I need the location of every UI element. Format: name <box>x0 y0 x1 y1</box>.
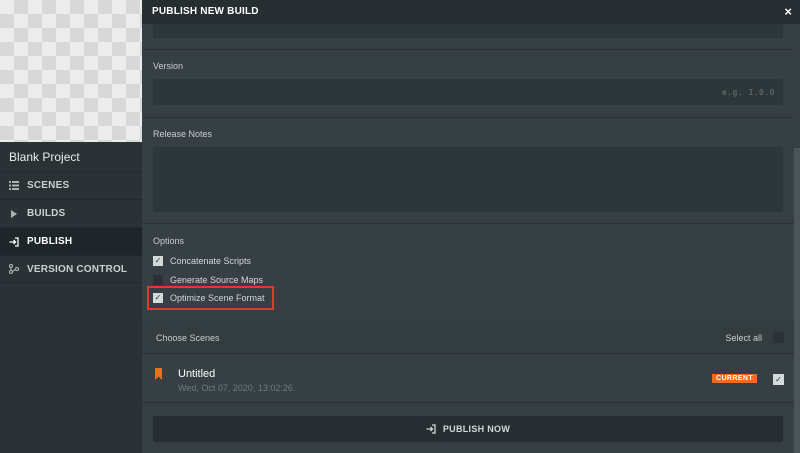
sidebar-item-publish[interactable]: PUBLISH <box>0 227 142 255</box>
sidebar-item-label: VERSION CONTROL <box>27 263 128 275</box>
publish-icon <box>9 236 19 247</box>
option-label: Concatenate Scripts <box>170 256 252 266</box>
version-section: Version e.g. 1.0.0 <box>142 50 794 118</box>
sidebar-item-label: SCENES <box>27 180 70 191</box>
choose-scenes-label: Choose Scenes <box>156 333 220 343</box>
publish-icon <box>426 424 436 434</box>
current-badge: CURRENT <box>712 374 758 383</box>
version-placeholder: e.g. 1.0.0 <box>721 88 775 97</box>
release-notes-section: Release Notes <box>142 118 794 224</box>
sidebar-item-label: BUILDS <box>27 208 66 219</box>
checkbox-unchecked-icon[interactable] <box>153 275 163 285</box>
select-all-checkbox[interactable] <box>773 332 784 343</box>
options-label: Options <box>153 236 185 246</box>
publish-now-button[interactable]: PUBLISH NOW <box>153 416 783 442</box>
project-thumbnail[interactable] <box>0 0 142 142</box>
select-all-label: Select all <box>725 333 762 343</box>
publish-now-label: PUBLISH NOW <box>442 424 511 434</box>
release-notes-label: Release Notes <box>153 129 213 139</box>
dialog-header: PUBLISH NEW BUILD × <box>142 0 800 24</box>
sidebar-item-version-control[interactable]: VERSION CONTROL <box>0 255 142 283</box>
bookmark-icon <box>155 368 162 380</box>
version-input[interactable]: e.g. 1.0.0 <box>153 79 783 105</box>
release-notes-textarea[interactable] <box>153 147 783 212</box>
option-label: Generate Source Maps <box>170 275 264 285</box>
dialog-title: PUBLISH NEW BUILD <box>152 6 259 17</box>
scrollbar[interactable] <box>794 148 800 453</box>
project-name: Blank Project <box>9 150 80 164</box>
sidebar-item-label: PUBLISH <box>27 236 73 247</box>
option-concatenate-scripts[interactable]: ✓ Concatenate Scripts <box>153 256 251 266</box>
sidebar: Blank Project SCENES BUILDS PUBLISH VERS… <box>0 0 142 453</box>
option-generate-source-maps[interactable]: Generate Source Maps <box>153 275 263 285</box>
highlight-box <box>147 286 274 310</box>
triangle-right-icon <box>9 209 19 219</box>
top-field-section <box>142 24 794 50</box>
list-icon <box>9 181 19 191</box>
name-field[interactable] <box>153 24 783 38</box>
sidebar-nav: SCENES BUILDS PUBLISH VERSION CONTROL <box>0 171 142 283</box>
sidebar-item-scenes[interactable]: SCENES <box>0 171 142 199</box>
publish-dialog: PUBLISH NEW BUILD × Version e.g. 1.0.0 R… <box>142 0 800 453</box>
scene-date: Wed, Oct 07, 2020, 13:02:26 <box>178 383 293 393</box>
app-root: Blank Project SCENES BUILDS PUBLISH VERS… <box>0 0 800 453</box>
sidebar-item-builds[interactable]: BUILDS <box>0 199 142 227</box>
version-label: Version <box>153 61 184 71</box>
scene-name: Untitled <box>178 368 216 380</box>
branch-icon <box>9 264 19 274</box>
checkbox-checked-icon[interactable]: ✓ <box>153 256 163 266</box>
scene-row[interactable]: Untitled Wed, Oct 07, 2020, 13:02:26 CUR… <box>142 355 794 403</box>
scene-checkbox[interactable]: ✓ <box>773 374 784 385</box>
choose-scenes-header: Choose Scenes Select all <box>142 320 794 354</box>
close-icon[interactable]: × <box>784 4 792 19</box>
